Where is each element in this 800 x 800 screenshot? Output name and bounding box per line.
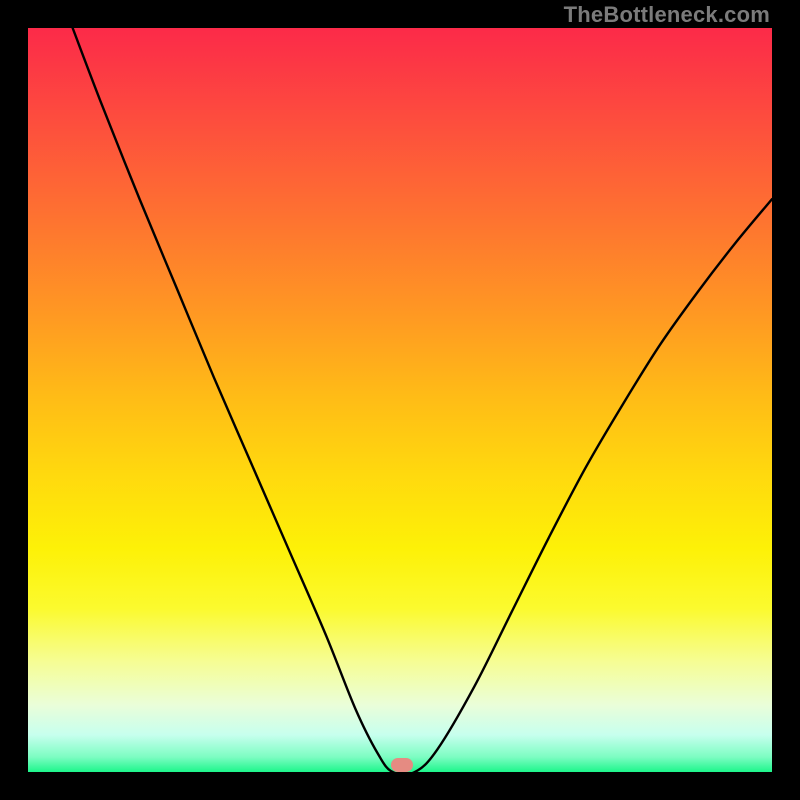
minimum-marker xyxy=(391,758,413,772)
bottleneck-curve xyxy=(28,28,772,772)
watermark-text: TheBottleneck.com xyxy=(564,2,770,28)
chart-container xyxy=(28,28,772,772)
